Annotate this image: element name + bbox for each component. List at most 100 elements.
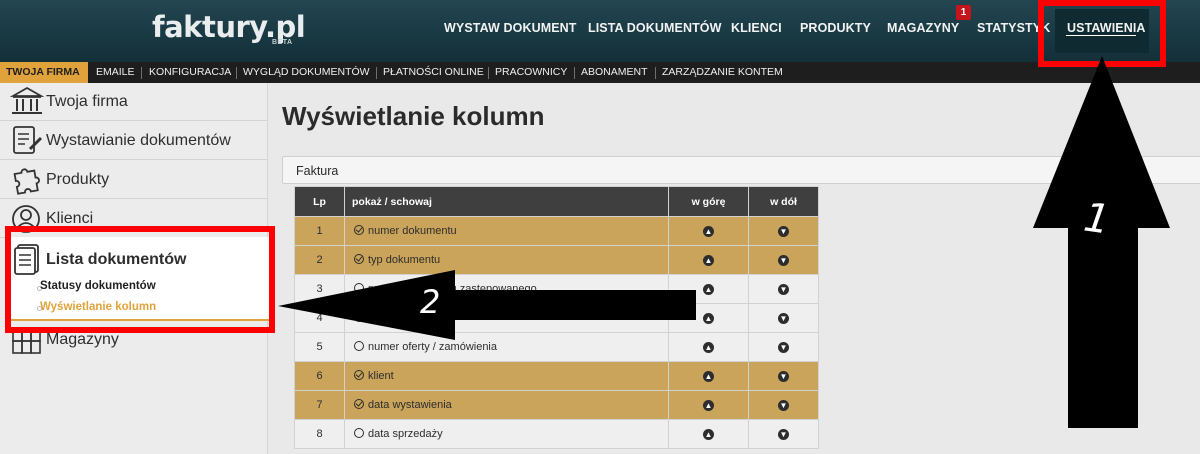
top-header: faktury.pl BETA WYSTAW DOKUMENT LISTA DO… xyxy=(0,0,1200,62)
move-down-cell[interactable]: ▼ xyxy=(748,361,819,391)
check-circle-icon[interactable] xyxy=(354,254,364,264)
visibility-toggle[interactable] xyxy=(344,303,669,333)
sidebar-item-wystawianie-dokumentow[interactable]: Wystawianie dokumentów xyxy=(0,122,268,160)
move-down-cell[interactable]: ▼ xyxy=(748,419,819,449)
arrow-down-icon[interactable]: ▼ xyxy=(778,400,789,411)
submenu-separator xyxy=(655,67,656,79)
arrow-down-icon[interactable]: ▼ xyxy=(778,313,789,324)
empty-circle-icon[interactable] xyxy=(354,312,364,322)
row-number: 7 xyxy=(294,390,345,420)
arrow-up-icon[interactable]: ▲ xyxy=(703,429,714,440)
move-down-cell[interactable]: ▼ xyxy=(748,303,819,333)
arrow-up-icon[interactable]: ▲ xyxy=(703,226,714,237)
submenu-emaile[interactable]: EMAILE xyxy=(96,66,135,78)
arrow-down-icon[interactable]: ▼ xyxy=(778,226,789,237)
move-up-cell[interactable]: ▲ xyxy=(668,332,749,362)
arrow-up-icon[interactable]: ▲ xyxy=(703,313,714,324)
empty-circle-icon[interactable] xyxy=(354,283,364,293)
document-pen-icon xyxy=(13,126,43,154)
move-up-cell[interactable]: ▲ xyxy=(668,274,749,304)
visibility-toggle[interactable]: data sprzedaży xyxy=(344,419,669,449)
submenu-zarzadzanie-kontem[interactable]: ZARZĄDZANIE KONTEM xyxy=(662,66,783,78)
arrow-down-icon[interactable]: ▼ xyxy=(778,284,789,295)
highlight-box-ustawienia xyxy=(1038,0,1166,67)
submenu-wyglad-dokumentow[interactable]: WYGLĄD DOKUMENTÓW xyxy=(243,66,370,78)
page-title: Wyświetlanie kolumn xyxy=(282,101,545,131)
row-number: 3 xyxy=(294,274,345,304)
nav-wystaw-dokument[interactable]: WYSTAW DOKUMENT xyxy=(444,21,577,35)
submenu-twoja-firma[interactable]: TWOJA FIRMA xyxy=(0,62,88,83)
move-up-cell[interactable]: ▲ xyxy=(668,303,749,333)
notification-badge: 1 xyxy=(956,5,971,20)
arrow-up-icon[interactable]: ▲ xyxy=(703,400,714,411)
column-header-lp: Lp xyxy=(294,186,345,217)
column-header-up: w górę xyxy=(668,186,749,217)
arrow-up-icon[interactable]: ▲ xyxy=(703,342,714,353)
visibility-toggle[interactable]: numer dokumentu xyxy=(344,216,669,246)
bank-icon xyxy=(10,86,44,114)
arrow-up-icon[interactable]: ▲ xyxy=(703,371,714,382)
row-number: 4 xyxy=(294,303,345,333)
submenu-separator xyxy=(376,67,377,79)
arrow-up-icon[interactable]: ▲ xyxy=(703,255,714,266)
visibility-toggle[interactable]: numer oferty / zamówienia xyxy=(344,332,669,362)
empty-circle-icon[interactable] xyxy=(354,341,364,351)
sidebar-item-label: Produkty xyxy=(46,171,110,188)
arrow-up-icon[interactable]: ▲ xyxy=(703,284,714,295)
submenu-abonament[interactable]: ABONAMENT xyxy=(581,66,648,78)
move-down-cell[interactable]: ▼ xyxy=(748,332,819,362)
arrow-down-icon[interactable]: ▼ xyxy=(778,255,789,266)
move-up-cell[interactable]: ▲ xyxy=(668,245,749,275)
sidebar-item-label: Twoja firma xyxy=(46,93,128,110)
move-down-cell[interactable]: ▼ xyxy=(748,274,819,304)
sidebar-item-produkty[interactable]: Produkty xyxy=(0,161,268,199)
row-number: 1 xyxy=(294,216,345,246)
check-circle-icon[interactable] xyxy=(354,370,364,380)
submenu-platnosci-online[interactable]: PŁATNOŚCI ONLINE xyxy=(383,66,484,78)
move-up-cell[interactable]: ▲ xyxy=(668,361,749,391)
visibility-toggle[interactable]: typ dokumentu xyxy=(344,245,669,275)
move-up-cell[interactable]: ▲ xyxy=(668,390,749,420)
submenu-pracownicy[interactable]: PRACOWNICY xyxy=(495,66,567,78)
arrow-down-icon[interactable]: ▼ xyxy=(778,371,789,382)
move-down-cell[interactable]: ▼ xyxy=(748,390,819,420)
nav-lista-dokumentow[interactable]: LISTA DOKUMENTÓW xyxy=(588,21,722,35)
arrow-down-icon[interactable]: ▼ xyxy=(778,342,789,353)
document-type-value: Faktura xyxy=(296,164,339,178)
nav-magazyny[interactable]: MAGAZYNY xyxy=(887,21,959,35)
table-row: 8 data sprzedaży ▲ ▼ xyxy=(294,419,819,449)
visibility-toggle[interactable]: data wystawienia xyxy=(344,390,669,420)
sidebar-item-label: Magazyny xyxy=(46,331,119,348)
row-number: 6 xyxy=(294,361,345,391)
submenu-separator xyxy=(488,67,489,79)
column-name: numer dokumentu zastępowanego xyxy=(368,283,537,295)
submenu-konfiguracja[interactable]: KONFIGURACJA xyxy=(149,66,231,78)
arrow-down-icon[interactable]: ▼ xyxy=(778,429,789,440)
empty-circle-icon[interactable] xyxy=(354,428,364,438)
move-up-cell[interactable]: ▲ xyxy=(668,419,749,449)
column-header-down: w dół xyxy=(748,186,819,217)
table-row: 7 data wystawienia ▲ ▼ xyxy=(294,390,819,420)
table-row: 6 klient ▲ ▼ xyxy=(294,361,819,391)
check-circle-icon[interactable] xyxy=(354,225,364,235)
document-type-select[interactable]: Faktura xyxy=(282,156,1200,184)
visibility-toggle[interactable]: klient xyxy=(344,361,669,391)
move-up-cell[interactable]: ▲ xyxy=(668,216,749,246)
nav-klienci[interactable]: KLIENCI xyxy=(731,21,782,35)
move-down-cell[interactable]: ▼ xyxy=(748,216,819,246)
row-number: 8 xyxy=(294,419,345,449)
sidebar-item-twoja-firma[interactable]: Twoja firma xyxy=(0,83,268,121)
row-number: 5 xyxy=(294,332,345,362)
column-header-toggle: pokaż / schowaj xyxy=(344,186,669,217)
column-name: data wystawienia xyxy=(368,399,452,411)
sidebar-item-label: Wystawianie dokumentów xyxy=(46,132,231,149)
step-number-1: 1 xyxy=(1080,194,1113,244)
nav-produkty[interactable]: PRODUKTY xyxy=(800,21,871,35)
check-circle-icon[interactable] xyxy=(354,399,364,409)
move-down-cell[interactable]: ▼ xyxy=(748,245,819,275)
submenu-separator xyxy=(236,67,237,79)
column-name: klient xyxy=(368,370,394,382)
visibility-toggle[interactable]: numer dokumentu zastępowanego xyxy=(344,274,669,304)
table-row: 1 numer dokumentu ▲ ▼ xyxy=(294,216,819,246)
puzzle-icon xyxy=(13,168,40,195)
